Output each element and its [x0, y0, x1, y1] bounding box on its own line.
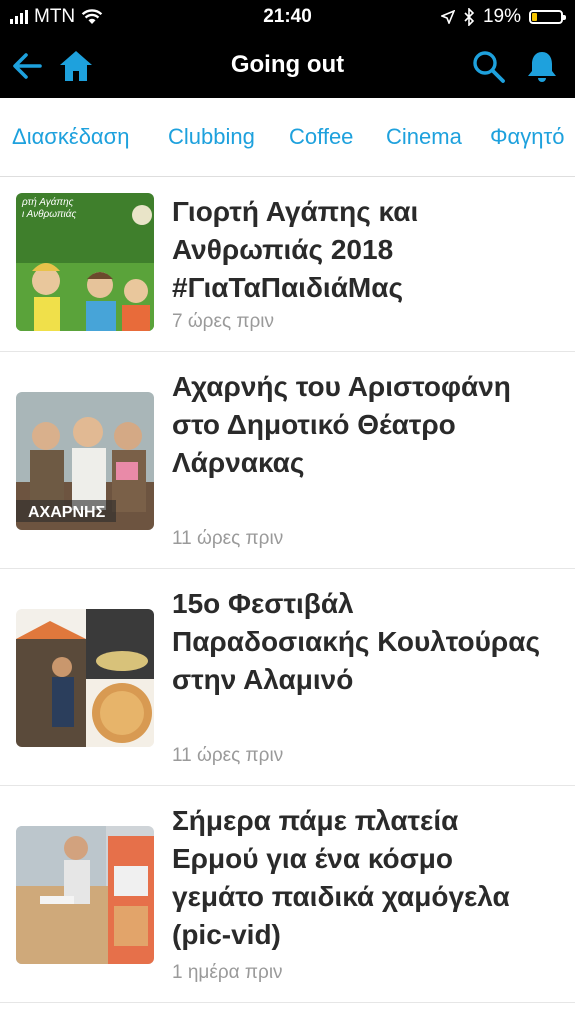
tab-fagito[interactable]: Φαγητό: [490, 124, 564, 150]
list-item[interactable]: ΑΧΑΡΝΗΣ Αχαρνής του Αριστοφάνη στο Δημοτ…: [0, 352, 575, 569]
list-item[interactable]: ρτή Αγάπης ι Ανθρωπιάς Γιορτή Αγάπης και…: [0, 177, 575, 352]
battery-icon: [529, 10, 566, 24]
article-time: 7 ώρες πριν: [172, 311, 275, 332]
article-thumbnail: ΑΧΑΡΝΗΣ: [16, 392, 154, 530]
tab-clubbing[interactable]: Clubbing: [168, 124, 255, 150]
article-thumbnail: [16, 826, 154, 964]
navbar: Going out: [0, 34, 575, 98]
article-thumbnail: ρτή Αγάπης ι Ανθρωπιάς: [16, 193, 154, 331]
list-item[interactable]: Σήμερα πάμε πλατεία Ερμού για ένα κόσμο …: [0, 786, 575, 1003]
tab-diaskedasi[interactable]: Διασκέδαση: [12, 124, 129, 150]
tab-cinema[interactable]: Cinema: [386, 124, 462, 150]
article-title: 15ο Φεστιβάλ Παραδοσιακής Κουλτούρας στη…: [172, 588, 541, 695]
article-title: Γιορτή Αγάπης και Ανθρωπιάς 2018 #ΓιαΤαΠ…: [172, 196, 419, 303]
status-bar: MTN 21:40 19%: [0, 0, 575, 34]
location-icon: [440, 10, 455, 24]
thumb-caption: ΑΧΑΡΝΗΣ: [28, 504, 106, 521]
bluetooth-icon: [464, 8, 475, 26]
article-time: 1 ημέρα πριν: [172, 962, 283, 983]
search-icon[interactable]: [470, 48, 506, 84]
article-list: ρτή Αγάπης ι Ανθρωπιάς Γιορτή Αγάπης και…: [0, 177, 575, 1003]
thumb-caption: ι Ανθρωπιάς: [22, 208, 76, 220]
tab-coffee[interactable]: Coffee: [289, 124, 353, 150]
article-time: 11 ώρες πριν: [172, 745, 284, 766]
category-tabs: Διασκέδαση Clubbing Coffee Cinema Φαγητό: [0, 98, 575, 177]
thumb-caption: ρτή Αγάπης: [21, 196, 74, 208]
article-thumbnail: [16, 609, 154, 747]
article-title: Αχαρνής του Αριστοφάνη στο Δημοτικό Θέατ…: [172, 371, 511, 478]
battery-percent: 19%: [482, 6, 521, 27]
bell-icon[interactable]: [524, 48, 560, 84]
article-title: Σήμερα πάμε πλατεία Ερμού για ένα κόσμο …: [172, 805, 510, 950]
status-right: 19%: [440, 6, 566, 28]
list-item[interactable]: 15ο Φεστιβάλ Παραδοσιακής Κουλτούρας στη…: [0, 569, 575, 786]
article-time: 11 ώρες πριν: [172, 528, 284, 549]
battery-fill: [532, 13, 537, 21]
